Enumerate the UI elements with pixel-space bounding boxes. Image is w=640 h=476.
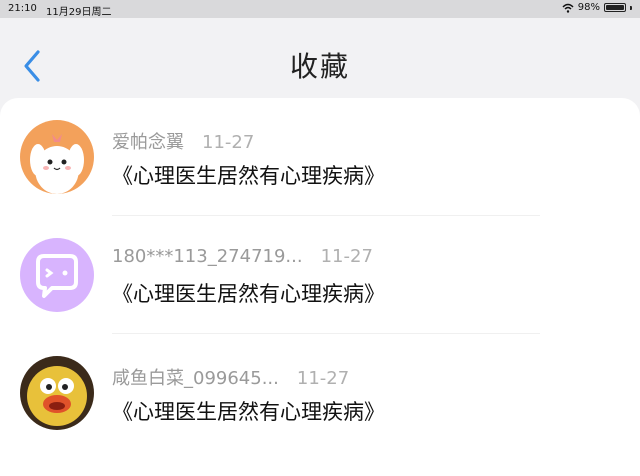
username: 咸鱼白菜_099645...: [112, 368, 279, 389]
status-indicators: 98%: [562, 2, 632, 13]
item-date: 11-27: [320, 246, 373, 267]
favorites-list: 爱帕念翼 11-27 《心理医生居然有心理疾病》 180***113_274719…: [0, 98, 640, 476]
battery-percent: 98%: [577, 2, 600, 13]
avatar[interactable]: [20, 238, 94, 312]
list-item[interactable]: 咸鱼白菜_099645... 11-27 《心理医生居然有心理疾病》: [0, 334, 640, 452]
status-time: 21:10: [8, 3, 37, 14]
item-title[interactable]: 《心理医生居然有心理疾病》: [112, 396, 385, 426]
page-title: 收藏: [289, 50, 350, 83]
status-bar: 21:10 11月29日周二 98%: [0, 0, 640, 18]
item-date: 11-27: [296, 368, 350, 389]
item-title[interactable]: 《心理医生居然有心理疾病》: [112, 160, 385, 190]
username: 180***113_274719...: [112, 246, 303, 267]
avatar[interactable]: [20, 120, 94, 194]
battery-icon: [604, 3, 626, 12]
item-meta: 爱帕念翼 11-27: [112, 128, 254, 154]
item-meta: 咸鱼白菜_099645... 11-27: [112, 364, 349, 390]
battery-nub: [630, 5, 632, 10]
list-item[interactable]: 180***113_274719... 11-27 《心理医生居然有心理疾病》: [0, 216, 640, 334]
wifi-icon: [562, 3, 574, 13]
avatar[interactable]: [20, 356, 94, 430]
status-date: 11月29日周二: [46, 7, 112, 18]
duck-avatar-icon: [20, 356, 94, 430]
item-title[interactable]: 《心理医生居然有心理疾病》: [112, 278, 385, 308]
battery-fill: [606, 5, 624, 10]
dog-avatar-icon: [20, 120, 94, 194]
item-meta: 180***113_274719... 11-27: [112, 246, 373, 267]
item-date: 11-27: [202, 132, 255, 153]
nav-bar: 收藏: [0, 18, 640, 98]
chat-bubble-avatar-icon: [20, 238, 94, 312]
list-item[interactable]: 爱帕念翼 11-27 《心理医生居然有心理疾病》: [0, 98, 640, 216]
username: 爱帕念翼: [112, 132, 184, 153]
